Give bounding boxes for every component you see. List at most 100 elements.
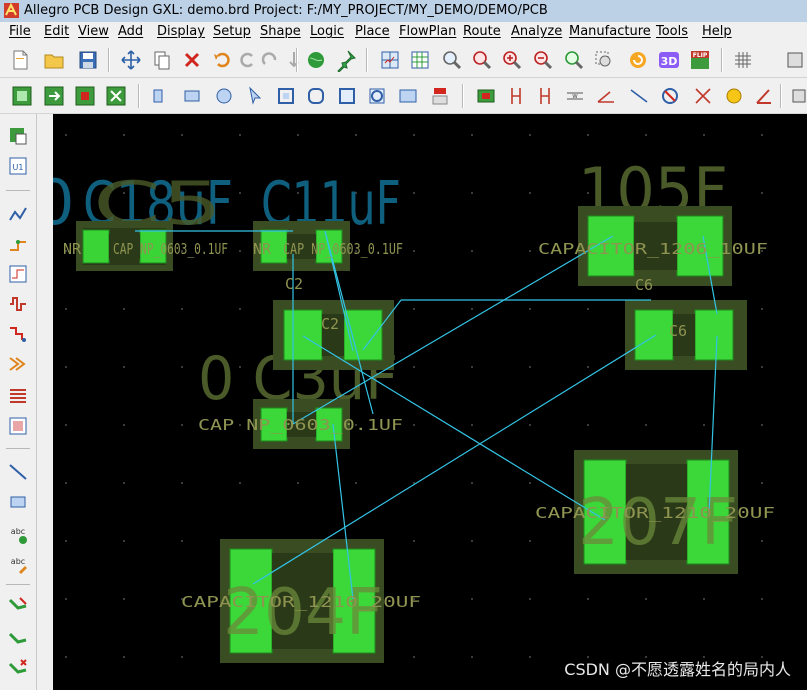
menu-display[interactable]: Display	[157, 24, 205, 39]
delete-button[interactable]	[180, 48, 204, 72]
cross-button[interactable]	[691, 84, 715, 108]
add-text-button[interactable]: abc	[6, 522, 30, 546]
shape-frame-button[interactable]	[274, 84, 298, 108]
view-3d-button[interactable]: 3D	[657, 48, 681, 72]
menu-route[interactable]: Route	[463, 24, 501, 39]
dimension-v-button[interactable]	[504, 84, 528, 108]
select-pointer-icon	[249, 86, 262, 105]
open-folder-button[interactable]	[42, 48, 66, 72]
grid-toggle-button[interactable]	[378, 48, 402, 72]
auto-route-icon	[10, 327, 26, 342]
angle-button[interactable]	[752, 84, 776, 108]
mode-general-button[interactable]	[10, 84, 34, 108]
menu-tools[interactable]: Tools	[656, 24, 688, 39]
zoom-select-icon	[595, 51, 611, 67]
arrow-down-button[interactable]	[282, 48, 306, 72]
grid-button[interactable]	[731, 48, 755, 72]
zoom-world-button[interactable]	[562, 48, 586, 72]
pcb-canvas[interactable]: 0 C18uF C5 C11uF 105F 0 C3uF 207F 204F N…	[53, 114, 807, 690]
refresh-button[interactable]	[626, 48, 650, 72]
menu-edit[interactable]: Edit	[44, 24, 69, 39]
shape-square-button[interactable]	[335, 84, 359, 108]
menu-shape[interactable]: Shape	[260, 24, 301, 39]
spread-button[interactable]	[6, 414, 30, 438]
slide-button[interactable]	[6, 594, 30, 618]
route-connect-button[interactable]	[6, 202, 30, 226]
shape-circle-button[interactable]	[365, 84, 389, 108]
redo-alt-button[interactable]	[258, 48, 282, 72]
zoom-area-button[interactable]	[470, 48, 494, 72]
delay-tune-button[interactable]	[6, 292, 30, 316]
auto-route-button[interactable]	[6, 322, 30, 346]
menu-logic[interactable]: Logic	[310, 24, 344, 39]
move-button[interactable]	[119, 48, 143, 72]
edit-text-button[interactable]: abc	[6, 552, 30, 576]
menu-place[interactable]: Place	[355, 24, 390, 39]
bundle-button[interactable]	[6, 384, 30, 408]
canvas-margin	[37, 114, 53, 690]
layers-button[interactable]	[783, 48, 807, 72]
menu-setup[interactable]: Setup	[213, 24, 251, 39]
place-u1-button[interactable]: U1	[6, 154, 30, 178]
zoom-in-button[interactable]	[500, 48, 524, 72]
select-pin-button[interactable]	[148, 84, 172, 108]
zoom-out-button[interactable]	[531, 48, 555, 72]
pcb-board-view[interactable]: 0 C18uF C5 C11uF 105F 0 C3uF 207F 204F N…	[53, 114, 807, 690]
select-circle-button[interactable]	[212, 84, 236, 108]
zoom-in-icon	[503, 51, 522, 70]
dimension-angle-button[interactable]	[594, 84, 618, 108]
component-c2-middle[interactable]	[273, 300, 394, 370]
add-via-button[interactable]	[6, 232, 30, 256]
delay-tune-icon	[10, 297, 26, 311]
add-line-button[interactable]	[6, 460, 30, 484]
delete-icon	[184, 52, 200, 68]
menu-analyze[interactable]: Analyze	[511, 24, 562, 39]
zoom-select-button[interactable]	[592, 48, 616, 72]
menu-view[interactable]: View	[78, 24, 109, 39]
highlight-button[interactable]	[722, 84, 746, 108]
dimension-line-button[interactable]	[627, 84, 651, 108]
dimension-h-button[interactable]	[533, 84, 557, 108]
zoom-fit-button[interactable]	[440, 48, 464, 72]
undo-button[interactable]	[210, 48, 234, 72]
spread-icon	[9, 417, 27, 435]
component-icon	[477, 89, 495, 103]
new-file-button[interactable]	[8, 48, 32, 72]
clear-button[interactable]	[428, 84, 452, 108]
dimension-oval-button[interactable]: w	[563, 84, 587, 108]
more-button[interactable]	[787, 84, 807, 108]
add-symbol-button[interactable]	[6, 124, 30, 148]
mode-etch-button[interactable]	[73, 84, 97, 108]
move-icon	[121, 50, 141, 70]
shape-round-button[interactable]	[304, 84, 328, 108]
clear-icon	[432, 88, 448, 105]
flip-button[interactable]: FLIP	[688, 48, 712, 72]
select-rect-button[interactable]	[180, 84, 204, 108]
menu-help[interactable]: Help	[702, 24, 732, 39]
globe-button[interactable]	[304, 48, 328, 72]
menu-manufacture[interactable]: Manufacture	[569, 24, 651, 39]
no-drc-button[interactable]	[658, 84, 682, 108]
grid-fine-button[interactable]	[408, 48, 432, 72]
shape-slot-button[interactable]	[396, 84, 420, 108]
add-rect-button[interactable]	[6, 490, 30, 514]
bus-route-button[interactable]	[6, 352, 30, 376]
select-circle-icon	[216, 88, 232, 104]
component-button[interactable]	[474, 84, 498, 108]
fanout-button[interactable]	[6, 262, 30, 286]
no-drc-icon	[662, 88, 678, 104]
dimension-v-icon	[511, 88, 521, 104]
save-button[interactable]	[76, 48, 100, 72]
svg-text:3D: 3D	[661, 55, 678, 68]
redo-button[interactable]	[236, 48, 260, 72]
copy-button[interactable]	[150, 48, 174, 72]
mode-signal-button[interactable]	[104, 84, 128, 108]
delete-route-button[interactable]	[6, 656, 30, 680]
menu-add[interactable]: Add	[118, 24, 143, 39]
pin-button[interactable]	[334, 48, 358, 72]
mode-placement-button[interactable]	[42, 84, 66, 108]
select-pointer-button[interactable]	[243, 84, 267, 108]
menu-file[interactable]: File	[9, 24, 31, 39]
slide-alt-button[interactable]	[6, 626, 30, 650]
menu-flowplan[interactable]: FlowPlan	[399, 24, 456, 39]
